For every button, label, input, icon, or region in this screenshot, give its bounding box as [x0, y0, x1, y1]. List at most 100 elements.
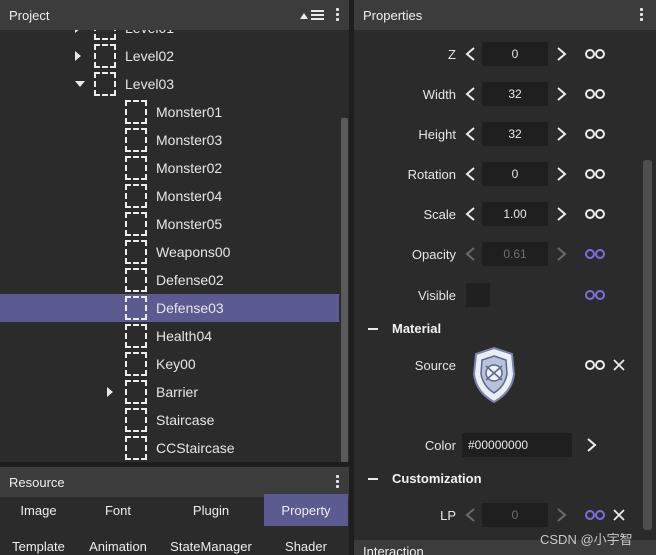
tree-item[interactable]: Weapons00 [0, 238, 339, 266]
increment-icon[interactable] [556, 127, 568, 141]
tree-item-label: Monster02 [156, 160, 223, 176]
link-icon[interactable] [584, 168, 606, 180]
decrement-icon[interactable] [464, 508, 476, 522]
visible-checkbox[interactable] [466, 283, 490, 307]
properties-more-icon[interactable] [640, 8, 644, 22]
link-icon[interactable] [584, 359, 606, 371]
source-image-thumbnail[interactable] [468, 344, 520, 406]
tree-item[interactable]: Monster05 [0, 210, 339, 238]
collapse-icon[interactable] [368, 327, 378, 330]
color-picker-chevron-icon[interactable] [586, 438, 598, 452]
tree-item[interactable]: Monster04 [0, 182, 339, 210]
tree-item[interactable]: Key00 [0, 350, 339, 378]
prop-value-input[interactable]: 0 [482, 162, 548, 186]
prop-spinbox[interactable]: 0.61 [460, 242, 572, 266]
resource-tab-plugin[interactable]: Plugin [159, 494, 263, 526]
project-tree: Level01 Level02 Level03 Monster01 Monster03 M… [0, 30, 349, 462]
tree-item[interactable]: Defense02 [0, 266, 339, 294]
decrement-icon[interactable] [464, 167, 476, 181]
tree-item[interactable]: Health04 [0, 322, 339, 350]
link-icon[interactable] [584, 128, 606, 140]
prop-spinbox[interactable]: 32 [460, 122, 572, 146]
resource-tab-shader[interactable]: Shader [264, 530, 348, 555]
tree-item[interactable]: Level01 [0, 30, 339, 42]
close-icon[interactable] [612, 508, 626, 522]
tree-item[interactable]: CCStaircase [0, 434, 339, 462]
color-input[interactable]: #00000000 [462, 433, 572, 457]
resource-tab-property[interactable]: Property [264, 494, 348, 526]
resource-more-icon[interactable] [336, 475, 340, 489]
node-icon [125, 128, 147, 152]
prop-label: Opacity [411, 247, 456, 262]
resource-tab-statemanager[interactable]: StateManager [159, 530, 263, 555]
expand-right-icon[interactable] [75, 51, 81, 61]
link-icon[interactable] [584, 88, 606, 100]
project-more-icon[interactable] [336, 8, 340, 22]
node-icon [125, 156, 147, 180]
resource-panel-title: Resource [9, 474, 65, 490]
prop-label: Height [418, 127, 456, 142]
decrement-icon[interactable] [464, 47, 476, 61]
project-scrollbar-thumb[interactable] [341, 118, 348, 463]
tree-item-label: Weapons00 [156, 244, 231, 260]
increment-icon[interactable] [556, 247, 568, 261]
interaction-title: Interaction [363, 544, 424, 555]
properties-scrollbar-thumb[interactable] [643, 160, 652, 530]
increment-icon[interactable] [556, 508, 568, 522]
node-icon [125, 100, 147, 124]
link-icon[interactable] [584, 509, 606, 521]
resource-tab-animation[interactable]: Animation [77, 530, 159, 555]
project-panel-title: Project [9, 7, 50, 23]
resource-tab-template[interactable]: Template [0, 530, 77, 555]
prop-value-input[interactable]: 0.61 [482, 242, 548, 266]
decrement-icon[interactable] [464, 127, 476, 141]
collapse-icon[interactable] [368, 477, 378, 480]
tree-item[interactable]: Level03 [0, 70, 339, 98]
prop-value-input[interactable]: 0 [482, 42, 548, 66]
resource-tab-image[interactable]: Image [0, 494, 77, 526]
sort-menu-icon[interactable] [299, 9, 325, 22]
link-icon[interactable] [584, 208, 606, 220]
lp-spinbox[interactable]: 0 [460, 503, 572, 527]
tree-item[interactable]: Monster01 [0, 98, 339, 126]
increment-icon[interactable] [556, 87, 568, 101]
prop-spinbox[interactable]: 0 [460, 42, 572, 66]
prop-value-input[interactable]: 32 [482, 82, 548, 106]
node-icon [125, 268, 147, 292]
tree-item-label: Health04 [156, 328, 213, 344]
resource-tab-font[interactable]: Font [77, 494, 159, 526]
tree-item[interactable]: Level02 [0, 42, 339, 70]
expand-right-icon[interactable] [107, 387, 113, 397]
prop-spinbox[interactable]: 1.00 [460, 202, 572, 226]
prop-value-input[interactable]: 1.00 [482, 202, 548, 226]
lp-value-input[interactable]: 0 [482, 503, 548, 527]
increment-icon[interactable] [556, 47, 568, 61]
decrement-icon[interactable] [464, 207, 476, 221]
tree-item-label: Key00 [156, 356, 196, 372]
prop-value-input[interactable]: 32 [482, 122, 548, 146]
close-icon[interactable] [612, 358, 626, 372]
link-icon[interactable] [584, 289, 606, 301]
link-icon[interactable] [584, 48, 606, 60]
decrement-icon[interactable] [464, 87, 476, 101]
increment-icon[interactable] [556, 207, 568, 221]
resource-panel-header: Resource [0, 467, 349, 497]
node-icon [94, 44, 116, 68]
tree-item[interactable]: Defense03 [0, 294, 339, 322]
node-icon [125, 212, 147, 236]
tree-item[interactable]: Monster02 [0, 154, 339, 182]
node-icon [94, 72, 116, 96]
increment-icon[interactable] [556, 167, 568, 181]
material-section-header[interactable]: Material [368, 321, 441, 336]
expand-down-icon[interactable] [75, 81, 85, 87]
prop-spinbox[interactable]: 32 [460, 82, 572, 106]
prop-spinbox[interactable]: 0 [460, 162, 572, 186]
tree-item[interactable]: Staircase [0, 406, 339, 434]
tree-item[interactable]: Barrier [0, 378, 339, 406]
tree-item[interactable]: Monster03 [0, 126, 339, 154]
customization-section-header[interactable]: Customization [368, 471, 482, 486]
source-label: Source [414, 358, 456, 373]
link-icon[interactable] [584, 248, 606, 260]
expand-right-icon[interactable] [75, 30, 81, 33]
decrement-icon[interactable] [464, 247, 476, 261]
